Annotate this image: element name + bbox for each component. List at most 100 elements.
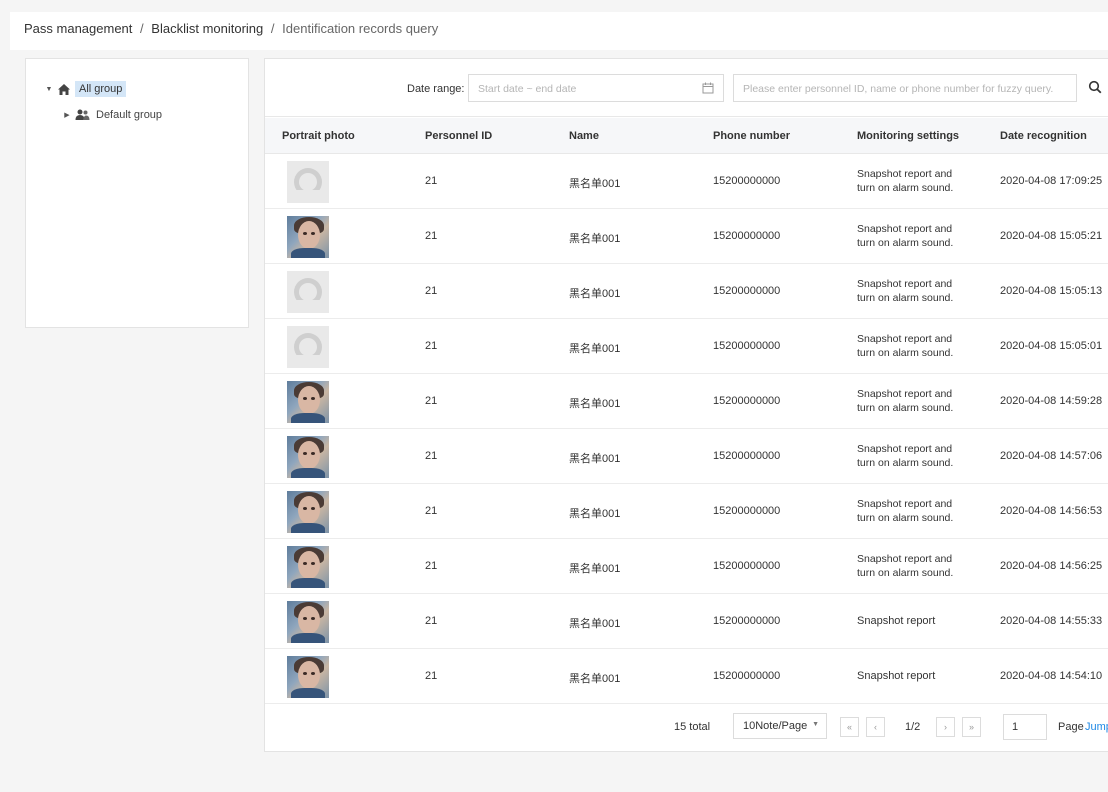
name-cell: 黑名单001 (569, 508, 621, 520)
monitoring-settings-line: Snapshot report and (857, 553, 953, 565)
caret-right-icon[interactable]: ▶ (62, 111, 72, 119)
phone-cell: 15200000000 (713, 670, 781, 682)
date-range-placeholder: Start date ~ end date (478, 83, 577, 95)
breadcrumb-item-current: Identification records query (282, 21, 439, 36)
table-row[interactable]: 21 黑名单001 15200000000 Snapshot report and tu… (265, 209, 1108, 264)
personnel-id-cell: 21 (425, 395, 438, 407)
monitoring-settings-line: Snapshot report and (857, 498, 953, 510)
table-row[interactable]: 21 黑名单001 15200000000 Snapshot report and tu… (265, 374, 1108, 429)
table-row[interactable]: 21 黑名单001 15200000000 Snapshot report 2020-0… (265, 649, 1108, 704)
personnel-id-cell: 21 (425, 285, 438, 297)
phone-cell: 15200000000 (713, 395, 781, 407)
date-recognition-cell: 2020-04-08 17:09:25 (1000, 175, 1103, 187)
monitoring-settings-line: Snapshot report (857, 615, 936, 627)
monitoring-settings-line: Snapshot report and (857, 278, 953, 290)
phone-cell: 15200000000 (713, 230, 781, 242)
portrait-photo (287, 546, 329, 588)
monitoring-settings-line: turn on alarm sound. (857, 512, 954, 524)
monitoring-settings-line: Snapshot report and (857, 388, 953, 400)
name-cell: 黑名单001 (569, 233, 621, 245)
tree-label-default-group[interactable]: Default group (93, 107, 165, 123)
table-row[interactable]: 21 黑名单001 15200000000 Snapshot report 2020-0… (265, 594, 1108, 649)
monitoring-settings-cell: Snapshot report and turn on alarm sound. (857, 442, 953, 470)
monitoring-settings-cell: Snapshot report and turn on alarm sound. (857, 222, 953, 250)
monitoring-settings-line: turn on alarm sound. (857, 402, 954, 414)
last-page-button[interactable]: » (962, 717, 981, 737)
pagination: 15 total 10Note/Page ▼ « ‹ 1/2 › » 1 Pag… (265, 704, 1108, 752)
phone-cell: 15200000000 (713, 175, 781, 187)
name-cell: 黑名单001 (569, 618, 621, 630)
monitoring-settings-cell: Snapshot report and turn on alarm sound. (857, 552, 953, 580)
table-row[interactable]: 21 黑名单001 15200000000 Snapshot report and tu… (265, 484, 1108, 539)
phone-cell: 15200000000 (713, 560, 781, 572)
name-cell: 黑名单001 (569, 453, 621, 465)
personnel-id-cell: 21 (425, 505, 438, 517)
personnel-id-cell: 21 (425, 175, 438, 187)
name-cell: 黑名单001 (569, 563, 621, 575)
monitoring-settings-line: turn on alarm sound. (857, 182, 954, 194)
jump-button[interactable]: Jump (1085, 721, 1108, 733)
table-row[interactable]: 21 黑名单001 15200000000 Snapshot report and tu… (265, 154, 1108, 209)
phone-cell: 15200000000 (713, 505, 781, 517)
personnel-id-cell: 21 (425, 340, 438, 352)
breadcrumb-item-blacklist-monitoring[interactable]: Blacklist monitoring (151, 21, 263, 36)
table-row[interactable]: 21 黑名单001 15200000000 Snapshot report and tu… (265, 539, 1108, 594)
breadcrumb: Pass management / Blacklist monitoring /… (10, 12, 1108, 50)
monitoring-settings-line: Snapshot report and (857, 443, 953, 455)
breadcrumb-separator: / (140, 21, 144, 36)
monitoring-settings-line: turn on alarm sound. (857, 237, 954, 249)
caret-down-icon[interactable]: ▼ (44, 86, 54, 93)
name-cell: 黑名单001 (569, 673, 621, 685)
name-cell: 黑名单001 (569, 398, 621, 410)
date-recognition-cell: 2020-04-08 14:55:33 (1000, 615, 1103, 627)
first-page-button[interactable]: « (840, 717, 859, 737)
total-count: 15 total (674, 721, 711, 733)
date-recognition-cell: 2020-04-08 14:57:06 (1000, 450, 1103, 462)
date-recognition-cell: 2020-04-08 15:05:13 (1000, 285, 1103, 297)
search-button[interactable] (1080, 74, 1108, 102)
prev-page-button[interactable]: ‹ (866, 717, 885, 737)
records-table-body: 21 黑名单001 15200000000 Snapshot report and tu… (265, 154, 1108, 704)
table-row[interactable]: 21 黑名单001 15200000000 Snapshot report and tu… (265, 319, 1108, 374)
calendar-icon[interactable] (702, 82, 714, 97)
portrait-photo (287, 436, 329, 478)
breadcrumb-item-pass-management[interactable]: Pass management (24, 21, 132, 36)
monitoring-settings-cell: Snapshot report and turn on alarm sound. (857, 387, 953, 415)
phone-cell: 15200000000 (713, 285, 781, 297)
table-row[interactable]: 21 黑名单001 15200000000 Snapshot report and tu… (265, 429, 1108, 484)
page-label: Page (1058, 721, 1084, 733)
page-size-value: 10Note/Page (743, 720, 808, 732)
phone-cell: 15200000000 (713, 340, 781, 352)
next-page-button[interactable]: › (936, 717, 955, 737)
personnel-id-cell: 21 (425, 615, 438, 627)
page-size-select[interactable]: 10Note/Page ▼ (733, 713, 827, 739)
personnel-id-cell: 21 (425, 230, 438, 242)
portrait-photo (287, 216, 329, 258)
date-range-input[interactable]: Start date ~ end date (468, 74, 724, 102)
name-cell: 黑名单001 (569, 178, 621, 190)
tree-node-all-group[interactable]: ▼ All group (44, 79, 127, 99)
monitoring-settings-cell: Snapshot report and turn on alarm sound. (857, 167, 953, 195)
personnel-id-cell: 21 (425, 450, 438, 462)
search-input[interactable]: Please enter personnel ID, name or phone… (733, 74, 1077, 102)
name-cell: 黑名单001 (569, 288, 621, 300)
goto-page-input[interactable]: 1 (1003, 714, 1047, 740)
portrait-photo (287, 601, 329, 643)
tree-node-default-group[interactable]: ▶ Default group (62, 105, 165, 125)
search-placeholder: Please enter personnel ID, name or phone… (743, 83, 1054, 95)
phone-cell: 15200000000 (713, 615, 781, 627)
portrait-photo (287, 656, 329, 698)
personnel-id-cell: 21 (425, 560, 438, 572)
monitoring-settings-cell: Snapshot report and turn on alarm sound. (857, 277, 953, 305)
tree-label-all-group[interactable]: All group (75, 81, 127, 97)
chevron-down-icon: ▼ (812, 721, 819, 728)
monitoring-settings-line: Snapshot report and (857, 168, 953, 180)
name-cell: 黑名单001 (569, 343, 621, 355)
column-header-phone-number: Phone number (713, 130, 791, 142)
date-range-label: Date range: (407, 83, 465, 95)
date-recognition-cell: 2020-04-08 15:05:21 (1000, 230, 1103, 242)
monitoring-settings-line: turn on alarm sound. (857, 347, 954, 359)
personnel-id-cell: 21 (425, 670, 438, 682)
monitoring-settings-line: turn on alarm sound. (857, 457, 954, 469)
table-row[interactable]: 21 黑名单001 15200000000 Snapshot report and tu… (265, 264, 1108, 319)
